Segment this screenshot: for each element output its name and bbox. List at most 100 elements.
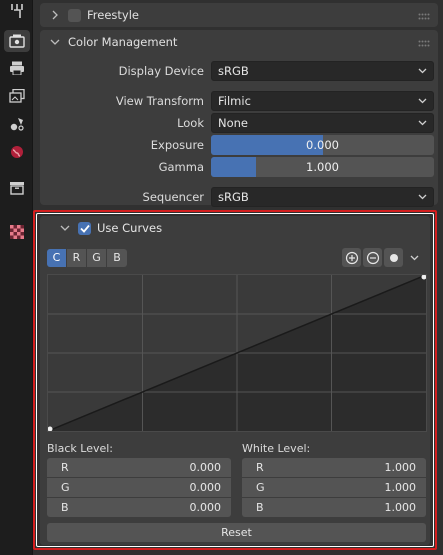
display-device-dropdown[interactable]: sRGB	[211, 61, 434, 81]
field-key: G	[256, 481, 265, 494]
sequencer-dropdown[interactable]: sRGB	[211, 187, 434, 207]
world-icon	[11, 146, 23, 158]
render-icon	[9, 34, 25, 48]
field-value: 0.000	[189, 461, 222, 474]
exposure-row: Exposure 0.000	[40, 135, 438, 155]
freestyle-panel: Freestyle	[40, 3, 438, 27]
gamma-slider[interactable]: 1.000	[211, 157, 434, 177]
freestyle-label: Freestyle	[87, 8, 139, 22]
use-curves-label: Use Curves	[97, 221, 163, 235]
black-level-g-field[interactable]: G 0.000	[47, 478, 231, 497]
display-device-row: Display Device sRGB	[40, 61, 438, 81]
use-curves-panel: Use Curves C R G B Black Level: White Le…	[40, 216, 430, 545]
channel-b-button[interactable]: B	[107, 249, 127, 267]
view-transform-row: View Transform Filmic	[40, 91, 438, 111]
curve-graph-svg	[47, 274, 427, 432]
chevron-down-icon	[410, 255, 419, 260]
gamma-label: Gamma	[158, 160, 204, 174]
dot-icon	[389, 253, 398, 262]
use-curves-header[interactable]: Use Curves	[58, 221, 162, 235]
chevron-down-icon	[418, 194, 427, 200]
exposure-slider[interactable]: 0.000	[211, 135, 434, 155]
field-value: 0.000	[189, 501, 222, 514]
field-value: 1.000	[384, 501, 417, 514]
sequencer-label: Sequencer	[142, 190, 204, 204]
curve-channel-buttons: C R G B	[47, 249, 127, 267]
field-value: 1.000	[384, 481, 417, 494]
curve-graph[interactable]	[47, 274, 427, 432]
curve-zoom-controls	[342, 248, 424, 267]
field-key: B	[61, 501, 69, 514]
zoom-in-button[interactable]	[342, 248, 361, 267]
tab-collection[interactable]	[4, 177, 30, 199]
zoom-out-icon	[366, 251, 379, 264]
field-key: G	[61, 481, 70, 494]
tab-render[interactable]	[4, 30, 30, 52]
drag-grip-icon[interactable]	[418, 11, 430, 24]
display-device-label: Display Device	[118, 64, 204, 78]
zoom-in-icon	[345, 251, 358, 264]
channel-g-button[interactable]: G	[87, 249, 107, 267]
tab-world[interactable]	[4, 141, 30, 163]
view-layer-icon	[9, 89, 25, 103]
white-level-title: White Level:	[242, 442, 311, 455]
white-level-r-field[interactable]: R 1.000	[242, 458, 426, 477]
field-value: 0.000	[189, 481, 222, 494]
tab-texture[interactable]	[4, 221, 30, 243]
use-curves-checkbox[interactable]	[78, 221, 91, 235]
black-level-title: Black Level:	[47, 442, 113, 455]
chevron-down-icon	[418, 98, 427, 104]
white-level-b-field[interactable]: B 1.000	[242, 498, 426, 517]
display-device-value: sRGB	[218, 64, 249, 78]
channel-c-button[interactable]: C	[47, 249, 67, 267]
curve-tools-dropdown[interactable]	[405, 248, 424, 267]
curve-point-button[interactable]	[384, 248, 403, 267]
drag-grip-icon[interactable]	[418, 38, 430, 51]
tab-tool[interactable]	[4, 0, 30, 22]
curve-point-start[interactable]	[47, 426, 53, 432]
texture-icon	[10, 225, 24, 239]
gamma-row: Gamma 1.000	[40, 157, 438, 177]
collection-icon	[10, 182, 24, 195]
tab-scene[interactable]	[4, 113, 30, 135]
color-management-header[interactable]: Color Management	[40, 30, 438, 54]
color-management-panel: Color Management Display Device sRGB Vie…	[40, 30, 438, 207]
tool-icon	[11, 4, 23, 18]
chevron-down-icon[interactable]	[58, 224, 72, 232]
reset-button[interactable]: Reset	[47, 523, 426, 542]
chevron-down-icon[interactable]	[48, 38, 62, 46]
channel-r-button[interactable]: R	[67, 249, 87, 267]
look-row: Look None	[40, 113, 438, 133]
field-value: 1.000	[384, 461, 417, 474]
view-transform-dropdown[interactable]: Filmic	[211, 91, 434, 111]
output-icon	[10, 61, 24, 75]
black-level-b-field[interactable]: B 0.000	[47, 498, 231, 517]
field-key: R	[256, 461, 264, 474]
look-dropdown[interactable]: None	[211, 113, 434, 133]
white-level-g-field[interactable]: G 1.000	[242, 478, 426, 497]
gamma-value: 1.000	[306, 160, 339, 174]
exposure-value: 0.000	[306, 138, 339, 152]
field-key: R	[61, 461, 69, 474]
chevron-right-icon[interactable]	[48, 10, 62, 20]
chevron-down-icon	[418, 120, 427, 126]
field-key: B	[256, 501, 264, 514]
freestyle-checkbox[interactable]	[68, 8, 81, 22]
color-management-title: Color Management	[68, 35, 178, 49]
properties-tab-strip	[0, 0, 33, 555]
sequencer-row: Sequencer sRGB	[40, 187, 438, 207]
freestyle-panel-header[interactable]: Freestyle	[40, 3, 438, 27]
look-value: None	[218, 116, 249, 130]
view-transform-value: Filmic	[218, 94, 251, 108]
tab-view-layer[interactable]	[4, 85, 30, 107]
checkmark-icon	[79, 224, 90, 233]
look-label: Look	[177, 116, 204, 130]
view-transform-label: View Transform	[115, 94, 204, 108]
zoom-out-button[interactable]	[363, 248, 382, 267]
scene-icon	[10, 118, 24, 131]
chevron-down-icon	[418, 68, 427, 74]
exposure-label: Exposure	[150, 138, 204, 152]
black-level-r-field[interactable]: R 0.000	[47, 458, 231, 477]
sequencer-value: sRGB	[218, 190, 249, 204]
tab-output[interactable]	[4, 57, 30, 79]
